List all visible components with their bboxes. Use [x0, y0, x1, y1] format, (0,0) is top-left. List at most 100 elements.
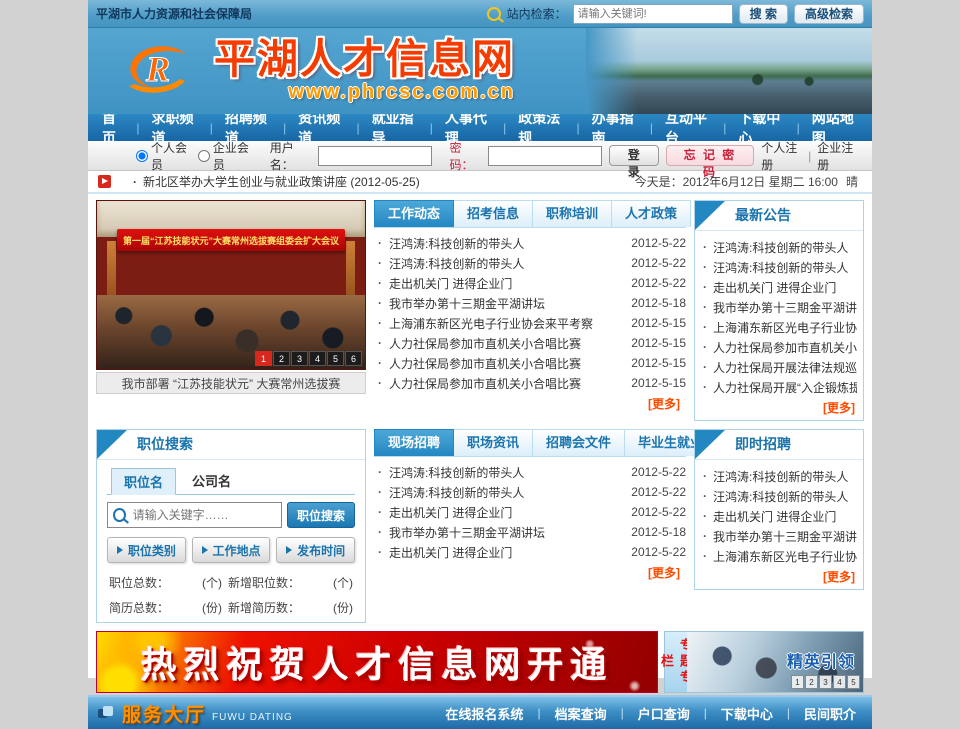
- recruit-tabs: 现场招聘 职场资讯 招聘会文件 毕业生就业服务: [374, 429, 686, 457]
- announcements-column: 最新公告 汪鸿涛:科技创新的带头人 汪鸿涛:科技创新的带头人 走出机关门 进得企…: [694, 200, 864, 421]
- keyword-input-wrap: [107, 502, 282, 528]
- elite-page-1[interactable]: 1: [791, 675, 804, 689]
- site-logo[interactable]: R: [122, 39, 200, 104]
- main-nav: 首页 求职频道 招聘频道 资讯频道 就业指导 人事代理 政策法规 办事指南 互动…: [88, 114, 872, 141]
- site-url: www.phrcsc.com.cn: [214, 81, 515, 104]
- photo-page-3[interactable]: 3: [291, 351, 308, 366]
- recruit-more-link[interactable]: [更多]: [374, 564, 680, 581]
- site-search-input[interactable]: [573, 4, 733, 24]
- job-search-button[interactable]: 职位搜索: [287, 502, 355, 528]
- announcement-item: 人力社保局开展法律法规巡回培训: [701, 357, 857, 377]
- service-hall-menu: 在线报名系统 档案查询 户口查询 下载中心 民间职介: [439, 704, 862, 723]
- congrats-banner[interactable]: 热烈祝贺人才信息网开通: [96, 631, 658, 693]
- search-icon: [113, 508, 126, 522]
- filter-category-button[interactable]: 职位类别: [107, 537, 186, 563]
- today-date: 今天是：2012年6月12日 星期二 16:00: [635, 173, 838, 190]
- service-item-private-agency[interactable]: 民间职介: [779, 704, 862, 723]
- instant-recruit-header: 即时招聘: [695, 430, 863, 460]
- photo-caption[interactable]: 我市部署 “江苏技能状元” 大赛常州选拔赛: [96, 372, 366, 394]
- elite-page-5[interactable]: 5: [847, 675, 860, 689]
- job-search-header: 职位搜索: [97, 430, 365, 460]
- ticker-headline[interactable]: 新北区举办大学生创业与就业政策讲座 (2012-05-25): [119, 173, 420, 190]
- photo-page-2[interactable]: 2: [273, 351, 290, 366]
- tab-work-news[interactable]: 工作动态: [374, 200, 454, 227]
- tab-jobfair-files[interactable]: 招聘会文件: [533, 429, 625, 456]
- instant-more-link[interactable]: [更多]: [695, 568, 855, 585]
- content-row-2: 职位搜索 职位名 公司名 职位搜索 职位类别: [96, 429, 864, 623]
- special-column-banner: 专题专栏 精英引领 1 2 3 4 5: [664, 631, 864, 693]
- content-row-1: 第一届“江苏技能状元”大赛常州选拔赛组委会扩大会议 1 2 3 4 5 6 我市…: [96, 200, 864, 421]
- tab-talent-policy[interactable]: 人才政策: [612, 200, 691, 227]
- service-hall-icon: [98, 706, 114, 720]
- arrow-icon: [286, 546, 292, 554]
- filter-location-button[interactable]: 工作地点: [192, 537, 271, 563]
- announcements-more-link[interactable]: [更多]: [695, 399, 855, 416]
- photo-page-1[interactable]: 1: [255, 351, 272, 366]
- news-photo[interactable]: 第一届“江苏技能状元”大赛常州选拔赛组委会扩大会议 1 2 3 4 5 6: [96, 200, 366, 370]
- instant-item: 汪鸿涛:科技创新的带头人: [701, 486, 857, 506]
- company-member-radio[interactable]: 企业会员: [198, 139, 253, 173]
- service-item-archive-query[interactable]: 档案查询: [529, 704, 612, 723]
- photo-page-4[interactable]: 4: [309, 351, 326, 366]
- work-news-tabs: 工作动态 招考信息 职称培训 人才政策: [374, 200, 686, 228]
- arrow-icon: [117, 546, 123, 554]
- site-container: 平湖市人力资源和社会保障局 站内检索： 搜 索 高级检索 R 平湖人才信息网 w…: [88, 0, 872, 678]
- login-button[interactable]: 登 录: [609, 145, 659, 166]
- news-item: 汪鸿涛:科技创新的带头人2012-5-22: [374, 482, 686, 502]
- news-item: 人力社保局参加市直机关小合唱比赛2012-5-15: [374, 333, 686, 353]
- service-item-download[interactable]: 下载中心: [696, 704, 779, 723]
- instant-item: 汪鸿涛:科技创新的带头人: [701, 466, 857, 486]
- tab-career-news[interactable]: 职场资讯: [454, 429, 533, 456]
- photo-column: 第一届“江苏技能状元”大赛常州选拔赛组委会扩大会议 1 2 3 4 5 6 我市…: [96, 200, 366, 421]
- news-item: 人力社保局参加市直机关小合唱比赛2012-5-15: [374, 373, 686, 393]
- photo-page-6[interactable]: 6: [345, 351, 362, 366]
- elite-page-3[interactable]: 3: [819, 675, 832, 689]
- service-hall-title: 服务大厅: [122, 700, 206, 727]
- advanced-search-button[interactable]: 高级检索: [794, 4, 864, 24]
- recruit-news-list: 汪鸿涛:科技创新的带头人2012-5-22 汪鸿涛:科技创新的带头人2012-5…: [374, 462, 686, 562]
- congrats-banner-text: 热烈祝贺人才信息网开通: [140, 636, 613, 688]
- tab-company-name[interactable]: 公司名: [180, 468, 243, 494]
- photo-page-5[interactable]: 5: [327, 351, 344, 366]
- company-register-link[interactable]: 企业注册: [817, 139, 858, 173]
- news-item: 走出机关门 进得企业门2012-5-22: [374, 273, 686, 293]
- work-news-more-link[interactable]: [更多]: [374, 395, 680, 412]
- password-label: 密码：: [449, 139, 480, 173]
- announcements-title: 最新公告: [735, 201, 791, 230]
- work-news-list: 汪鸿涛:科技创新的带头人2012-5-22 汪鸿涛:科技创新的带头人2012-5…: [374, 233, 686, 393]
- filter-date-button[interactable]: 发布时间: [276, 537, 355, 563]
- service-item-hukou-query[interactable]: 户口查询: [613, 704, 696, 723]
- elite-banner-photo[interactable]: 精英引领 1 2 3 4 5: [687, 632, 863, 692]
- forgot-password-button[interactable]: 忘 记 密 码: [666, 145, 755, 166]
- tab-onsite-recruit[interactable]: 现场招聘: [374, 429, 454, 456]
- site-search-button[interactable]: 搜 索: [739, 4, 788, 24]
- tab-position-name[interactable]: 职位名: [111, 468, 176, 495]
- announcements-panel: 最新公告 汪鸿涛:科技创新的带头人 汪鸿涛:科技创新的带头人 走出机关门 进得企…: [694, 200, 864, 421]
- instant-item: 上海浦东新区光电子行业协会来平考: [701, 546, 857, 566]
- photo-pagination: 1 2 3 4 5 6: [255, 351, 362, 366]
- site-title: 平湖人才信息网: [214, 38, 515, 81]
- site-title-block: 平湖人才信息网 www.phrcsc.com.cn: [214, 38, 515, 104]
- job-stats: 职位总数：(个) 新增职位数：(个) 简历总数：(份) 新增简历数：(份): [107, 574, 355, 616]
- personal-register-link[interactable]: 个人注册: [761, 139, 802, 173]
- work-news-column: 工作动态 招考信息 职称培训 人才政策 汪鸿涛:科技创新的带头人2012-5-2…: [374, 200, 686, 421]
- tab-exam-info[interactable]: 招考信息: [454, 200, 533, 227]
- username-field[interactable]: [318, 146, 432, 166]
- news-item: 走出机关门 进得企业门2012-5-22: [374, 542, 686, 562]
- announcement-item: 人力社保局参加市直机关小合唱比赛: [701, 337, 857, 357]
- news-ticker: 新北区举办大学生创业与就业政策讲座 (2012-05-25) 今天是：2012年…: [88, 171, 872, 194]
- elite-page-2[interactable]: 2: [805, 675, 818, 689]
- service-hall-bar: 服务大厅 FUWU DATING 在线报名系统 档案查询 户口查询 下载中心 民…: [88, 695, 872, 729]
- news-item: 我市举办第十三期金平湖讲坛2012-5-18: [374, 293, 686, 313]
- news-item: 人力社保局参加市直机关小合唱比赛2012-5-15: [374, 353, 686, 373]
- elite-page-4[interactable]: 4: [833, 675, 846, 689]
- job-search-panel: 职位搜索 职位名 公司名 职位搜索 职位类别: [96, 429, 366, 623]
- password-field[interactable]: [488, 146, 602, 166]
- announcement-item: 汪鸿涛:科技创新的带头人: [701, 237, 857, 257]
- service-item-online-signup[interactable]: 在线报名系统: [439, 704, 529, 723]
- tab-title-training[interactable]: 职称培训: [533, 200, 612, 227]
- keyword-input[interactable]: [131, 507, 276, 523]
- personal-member-radio[interactable]: 个人会员: [136, 139, 191, 173]
- instant-recruit-column: 即时招聘 汪鸿涛:科技创新的带头人 汪鸿涛:科技创新的带头人 走出机关门 进得企…: [694, 429, 864, 623]
- news-item: 汪鸿涛:科技创新的带头人2012-5-22: [374, 462, 686, 482]
